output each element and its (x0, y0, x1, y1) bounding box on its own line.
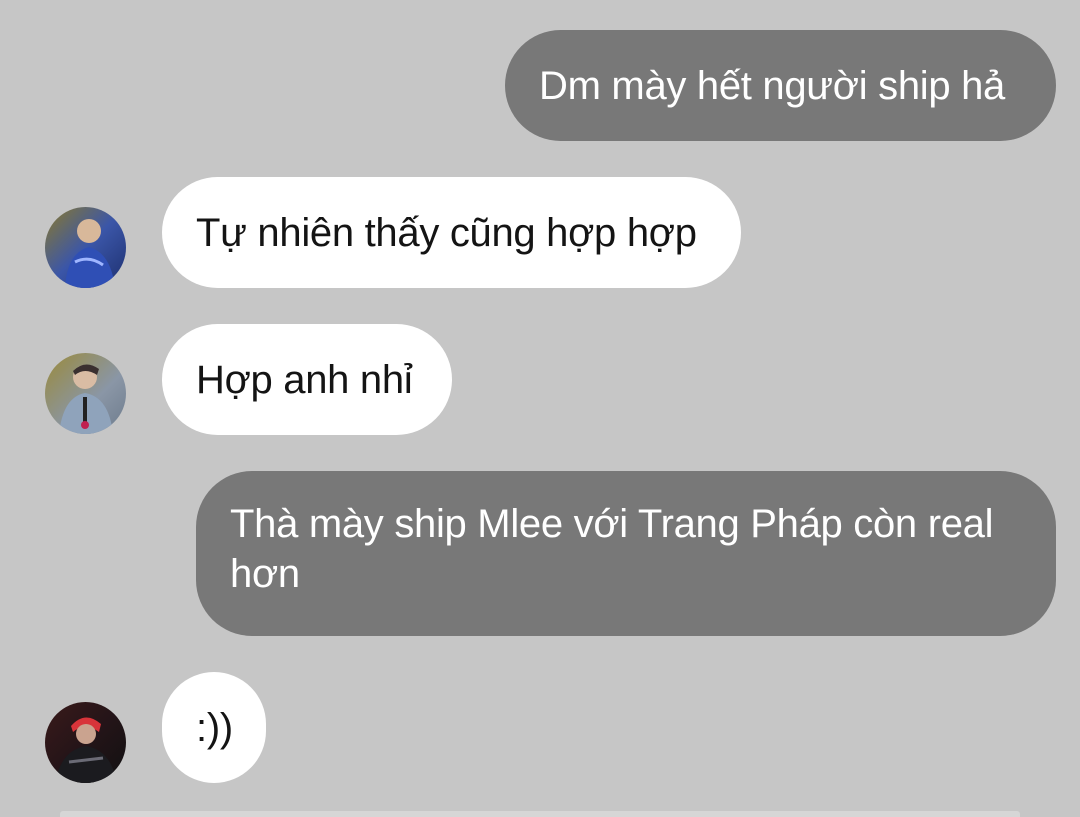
message-text: Dm mày hết người ship hả (539, 64, 1006, 108)
message-text-line-2: hơn (230, 552, 300, 596)
received-message-bubble[interactable]: :)) (162, 672, 266, 783)
message-text: Tự nhiên thấy cũng hợp hợp (196, 211, 697, 255)
message-text-line-1: Thà mày ship Mlee với Trang Pháp còn rea… (230, 502, 994, 546)
chat-thread: Dm mày hết người ship hả Tự nhiên thấy c… (0, 0, 1080, 817)
received-message-bubble[interactable]: Hợp anh nhỉ (162, 324, 452, 435)
avatar-3[interactable] (45, 702, 126, 783)
sent-message-bubble[interactable]: Dm mày hết người ship hả (505, 30, 1056, 141)
message-text: Hợp anh nhỉ (196, 358, 413, 402)
avatar-1[interactable] (45, 207, 126, 288)
bottom-divider (60, 811, 1020, 817)
received-message-bubble[interactable]: Tự nhiên thấy cũng hợp hợp (162, 177, 741, 288)
avatar-2[interactable] (45, 353, 126, 434)
message-text: :)) (196, 706, 233, 750)
sent-message-bubble[interactable]: Thà mày ship Mlee với Trang Pháp còn rea… (196, 471, 1056, 636)
